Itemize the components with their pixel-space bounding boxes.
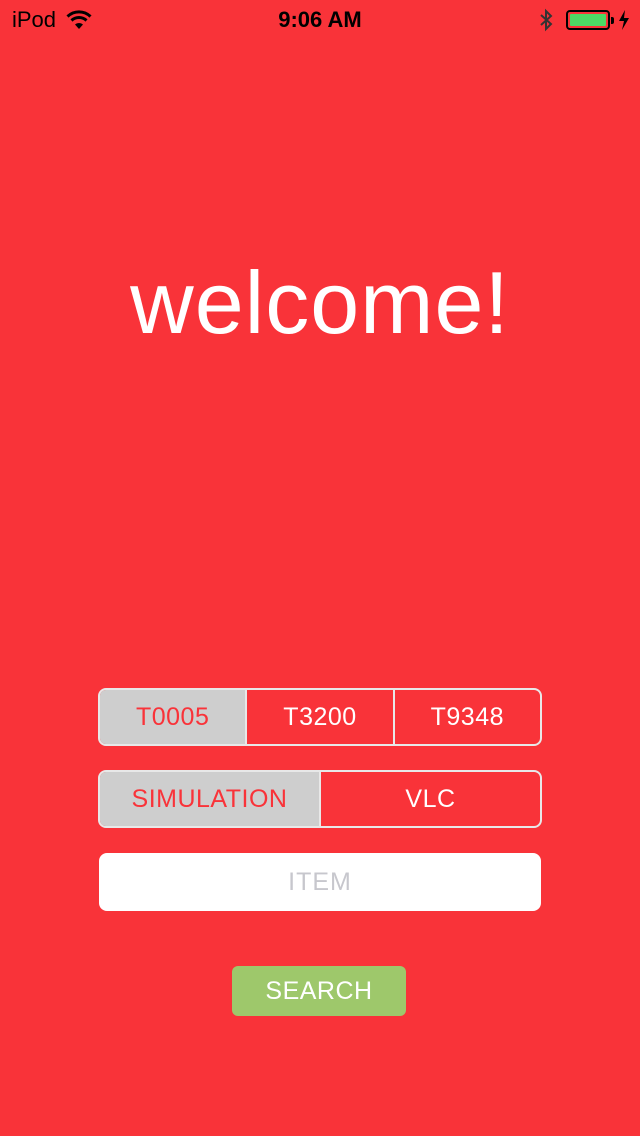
- mode-segmented-control: SIMULATION VLC: [98, 770, 542, 828]
- status-bar: iPod 9:06 AM: [0, 0, 640, 40]
- welcome-title: welcome!: [130, 253, 510, 352]
- device-segmented-control: T0005 T3200 T9348: [98, 688, 542, 746]
- battery-fill: [570, 14, 606, 26]
- segment-t0005[interactable]: T0005: [100, 690, 248, 744]
- search-button[interactable]: SEARCH: [232, 966, 406, 1016]
- segment-t3200[interactable]: T3200: [247, 690, 395, 744]
- segment-simulation[interactable]: SIMULATION: [100, 772, 321, 826]
- status-right: [538, 7, 630, 33]
- segment-t9348[interactable]: T9348: [395, 690, 540, 744]
- segment-vlc[interactable]: VLC: [321, 772, 540, 826]
- item-input[interactable]: [99, 853, 541, 911]
- battery-icon: [566, 10, 614, 30]
- charging-icon: [619, 10, 629, 30]
- bluetooth-icon: [540, 8, 553, 32]
